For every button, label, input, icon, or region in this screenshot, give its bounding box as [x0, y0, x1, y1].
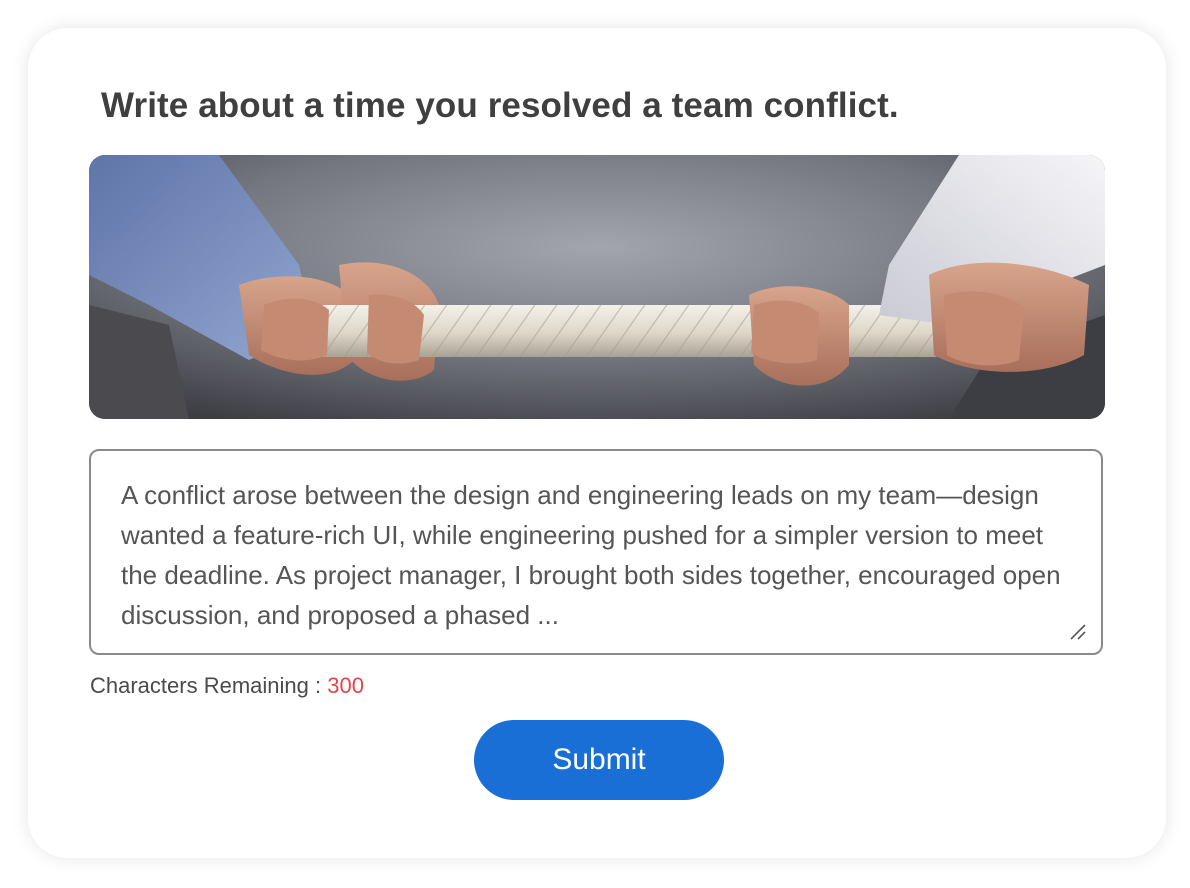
answer-textarea[interactable]: A conflict arose between the design and … — [89, 449, 1103, 655]
characters-remaining: Characters Remaining : 300 — [90, 673, 364, 699]
resize-handle-icon[interactable] — [1067, 621, 1087, 641]
counter-value: 300 — [327, 673, 364, 698]
counter-label: Characters Remaining : — [90, 673, 322, 698]
banner-image — [89, 155, 1105, 419]
submit-button[interactable]: Submit — [474, 720, 724, 800]
answer-text[interactable]: A conflict arose between the design and … — [121, 475, 1081, 635]
question-title: Write about a time you resolved a team c… — [101, 86, 899, 125]
question-card: Write about a time you resolved a team c… — [28, 28, 1166, 858]
